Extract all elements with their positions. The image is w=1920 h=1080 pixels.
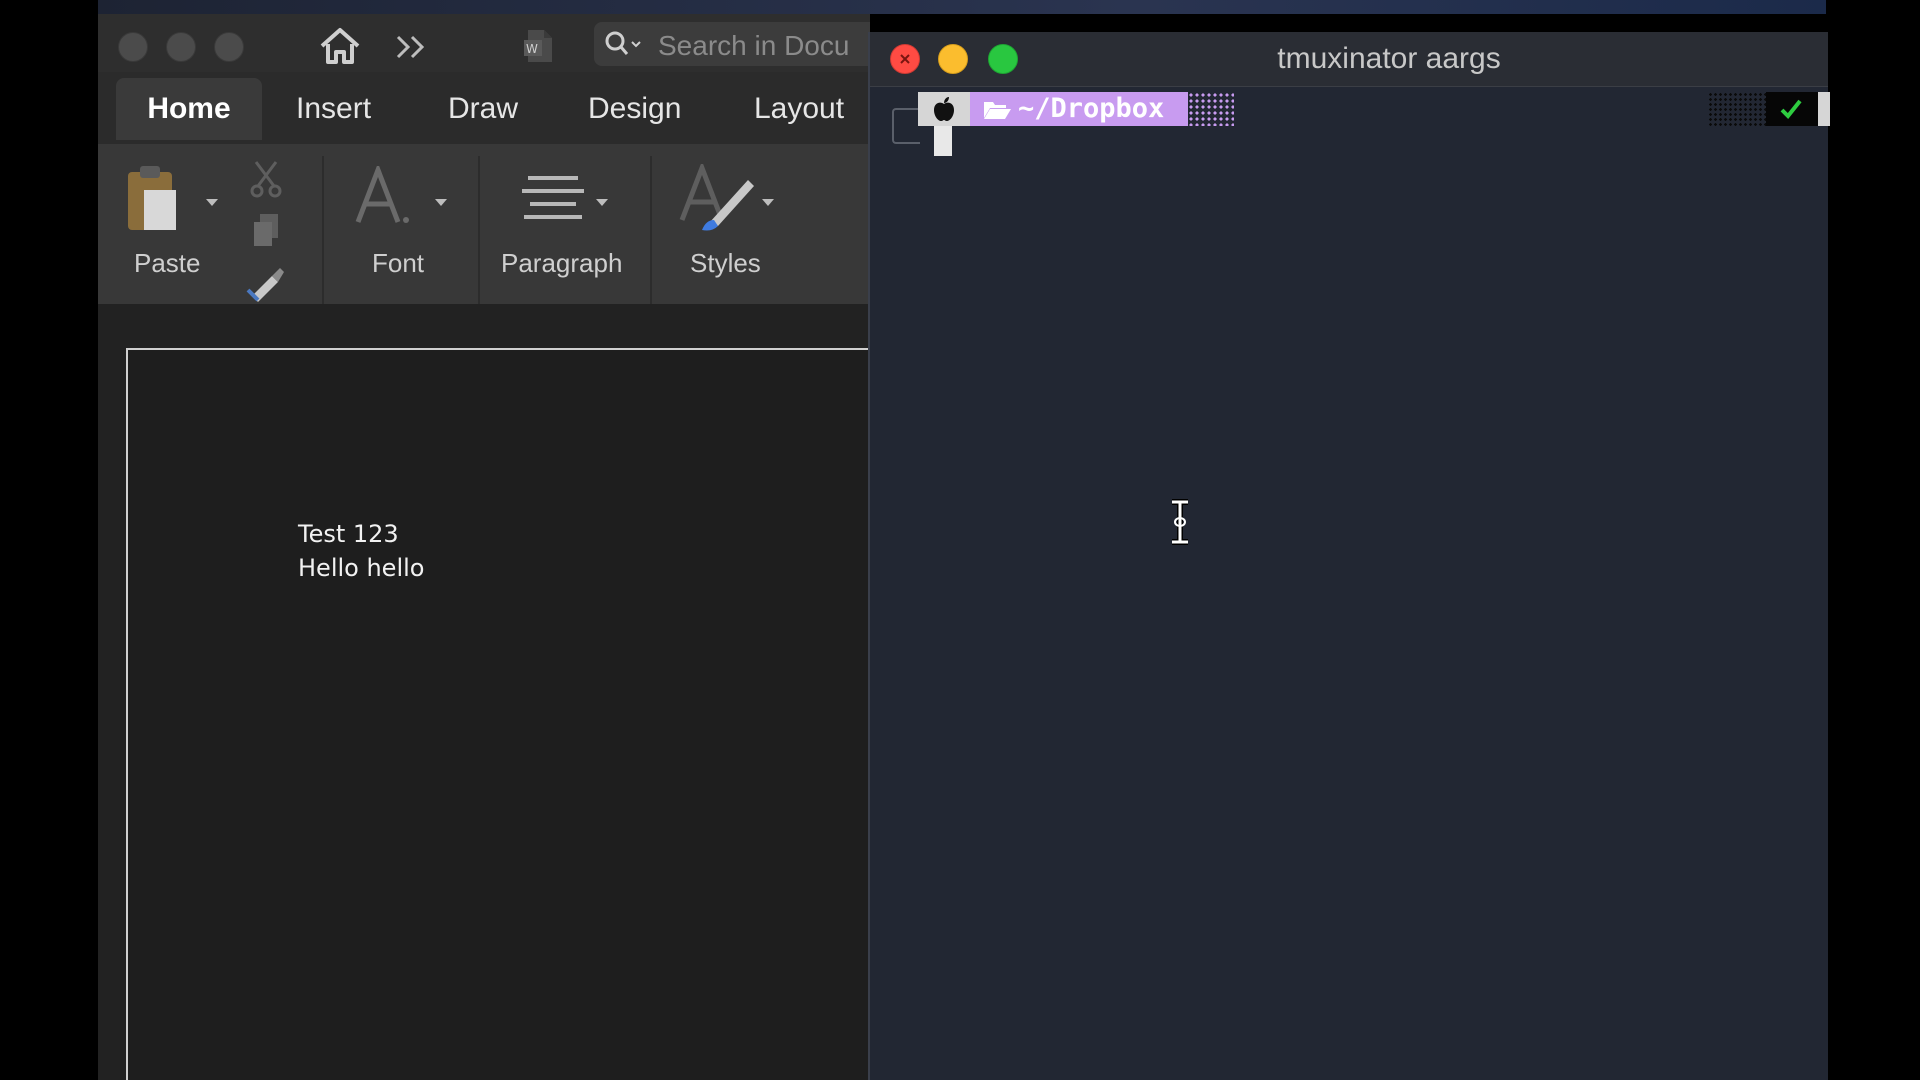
word-close-button[interactable] [118, 32, 148, 62]
ribbon-separator [650, 156, 652, 306]
prompt-path: ~/Dropbox [1018, 93, 1165, 124]
desktop-top-strip [98, 0, 1826, 14]
prompt-path-segment: ~/Dropbox [970, 92, 1188, 126]
search-placeholder: Search in Docu [658, 30, 850, 61]
svg-text:W: W [526, 42, 538, 56]
font-dropdown-icon [435, 199, 447, 206]
tab-home[interactable]: Home [116, 78, 262, 140]
word-document-icon: W [524, 30, 552, 62]
copy-icon[interactable] [250, 212, 282, 248]
document-line[interactable]: Test 123 [298, 520, 399, 548]
tab-layout[interactable]: Layout [754, 78, 844, 140]
status-segment [1766, 92, 1818, 126]
status-segment-fade [1708, 92, 1766, 126]
align-center-icon [522, 176, 584, 219]
tab-insert[interactable]: Insert [296, 78, 371, 140]
tab-design[interactable]: Design [588, 78, 681, 140]
ribbon-tabs: Home Insert Draw Design Layout [98, 78, 870, 144]
styles-icon [679, 164, 754, 231]
word-minimize-button[interactable] [166, 32, 196, 62]
paste-label: Paste [134, 248, 201, 278]
text-cursor-icon [1172, 499, 1188, 545]
check-icon [1780, 99, 1802, 119]
font-icon [355, 166, 409, 223]
document-canvas[interactable]: Test 123 Hello hello [98, 304, 870, 1080]
terminal-cursor [934, 126, 952, 156]
cut-icon[interactable] [248, 158, 284, 198]
ribbon-separator [322, 156, 324, 306]
word-zoom-button[interactable] [214, 32, 244, 62]
double-chevron-icon[interactable] [394, 32, 428, 62]
status-edge [1818, 92, 1830, 126]
styles-dropdown-icon [762, 199, 774, 206]
search-icon [605, 31, 641, 55]
prompt-os-segment [918, 92, 970, 126]
prompt-segment-fade [1188, 92, 1234, 126]
apple-icon [934, 97, 954, 121]
styles-label: Styles [690, 248, 761, 278]
paragraph-label: Paragraph [501, 248, 623, 278]
document-page[interactable]: Test 123 Hello hello [126, 348, 870, 1080]
word-window: W Search in Docu Home Insert Draw Design… [98, 14, 870, 1080]
tab-draw[interactable]: Draw [448, 78, 518, 140]
word-titlebar: W Search in Docu [98, 14, 870, 72]
search-box[interactable]: Search in Docu [594, 22, 870, 66]
clipboard-icon [128, 166, 176, 230]
font-label: Font [372, 248, 425, 278]
home-icon[interactable] [318, 24, 362, 68]
ribbon-separator [478, 156, 480, 306]
prompt-connector [892, 108, 920, 144]
document-line[interactable]: Hello hello [298, 554, 424, 582]
terminal-titlebar: tmuxinator aargs [870, 32, 1828, 87]
format-painter-icon[interactable] [246, 266, 286, 304]
terminal-title: tmuxinator aargs [1277, 42, 1501, 75]
paste-dropdown-icon [206, 199, 218, 206]
ribbon-home: Paste Font Paragraph Styles [98, 144, 870, 306]
paragraph-dropdown-icon [596, 199, 608, 206]
terminal-window[interactable]: tmuxinator aargs ~/Dropbox [868, 32, 1830, 1080]
folder-open-icon [984, 102, 1011, 119]
